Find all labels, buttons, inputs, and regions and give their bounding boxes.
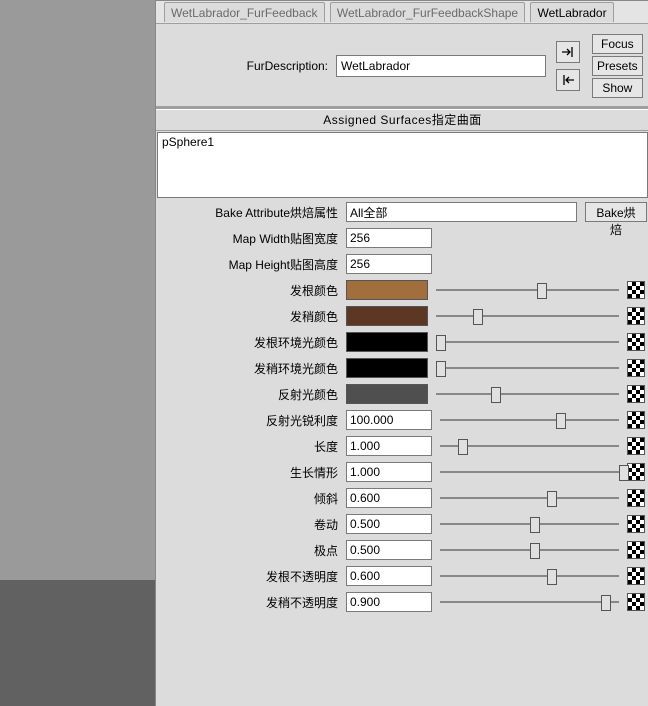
tip-color-slider[interactable] (436, 307, 619, 325)
roll-slider[interactable] (440, 515, 619, 533)
specular-color-swatch[interactable] (346, 384, 428, 404)
base-ambient-slider[interactable] (436, 333, 619, 351)
polar-slider[interactable] (440, 541, 619, 559)
specular-color-slider[interactable] (436, 385, 619, 403)
assigned-surfaces-header: Assigned Surfaces指定曲面 (156, 109, 648, 131)
map-toggle-icon[interactable] (627, 567, 645, 585)
map-toggle-icon[interactable] (627, 307, 645, 325)
load-icon[interactable] (556, 41, 580, 63)
spec-sharp-input[interactable] (346, 410, 432, 430)
save-icon[interactable] (556, 69, 580, 91)
base-opacity-slider[interactable] (440, 567, 619, 585)
tip-opacity-input[interactable] (346, 592, 432, 612)
presets-button[interactable]: Presets (592, 56, 643, 76)
spec-sharp-slider[interactable] (440, 411, 619, 429)
map-toggle-icon[interactable] (627, 541, 645, 559)
fur-description-label: FurDescription: (160, 59, 330, 73)
tab-bar: WetLabrador_FurFeedback WetLabrador_FurF… (156, 1, 648, 24)
inclination-input[interactable] (346, 488, 432, 508)
base-opacity-label: 发根不透明度 (156, 568, 342, 585)
baldness-label: 生长情形 (156, 464, 342, 481)
spec-sharp-label: 反射光锐利度 (156, 412, 342, 429)
bake-attribute-input[interactable] (346, 202, 577, 222)
bake-attribute-label: Bake Attribute烘焙属性 (156, 204, 342, 221)
map-toggle-icon[interactable] (627, 359, 645, 377)
polar-input[interactable] (346, 540, 432, 560)
base-opacity-input[interactable] (346, 566, 432, 586)
tab-feedbackshape[interactable]: WetLabrador_FurFeedbackShape (330, 2, 525, 22)
tip-opacity-slider[interactable] (440, 593, 619, 611)
tab-description[interactable]: WetLabrador (530, 2, 613, 22)
map-height-label: Map Height贴图高度 (156, 256, 342, 273)
baldness-input[interactable] (346, 462, 432, 482)
length-label: 长度 (156, 438, 342, 455)
tip-ambient-label: 发稍环境光颜色 (156, 360, 342, 377)
tip-color-label: 发稍颜色 (156, 308, 342, 325)
map-height-input[interactable] (346, 254, 432, 274)
map-toggle-icon[interactable] (627, 463, 645, 481)
show-button[interactable]: Show (592, 78, 643, 98)
roll-input[interactable] (346, 514, 432, 534)
specular-color-label: 反射光颜色 (156, 386, 342, 403)
baldness-slider[interactable] (440, 463, 619, 481)
bake-button[interactable]: Bake烘焙 (585, 202, 647, 222)
map-toggle-icon[interactable] (627, 593, 645, 611)
roll-label: 卷动 (156, 516, 342, 533)
tip-ambient-slider[interactable] (436, 359, 619, 377)
map-toggle-icon[interactable] (627, 515, 645, 533)
tab-feedback[interactable]: WetLabrador_FurFeedback (164, 2, 325, 22)
map-toggle-icon[interactable] (627, 333, 645, 351)
map-toggle-icon[interactable] (627, 411, 645, 429)
inclination-slider[interactable] (440, 489, 619, 507)
tip-ambient-swatch[interactable] (346, 358, 428, 378)
base-ambient-swatch[interactable] (346, 332, 428, 352)
length-slider[interactable] (440, 437, 619, 455)
tip-color-swatch[interactable] (346, 306, 428, 326)
polar-label: 极点 (156, 542, 342, 559)
map-toggle-icon[interactable] (627, 437, 645, 455)
assigned-surfaces-list[interactable]: pSphere1 (157, 132, 648, 198)
map-toggle-icon[interactable] (627, 385, 645, 403)
base-ambient-label: 发根环境光颜色 (156, 334, 342, 351)
map-width-label: Map Width贴图宽度 (156, 230, 342, 247)
inclination-label: 倾斜 (156, 490, 342, 507)
base-color-slider[interactable] (436, 281, 619, 299)
fur-description-input[interactable] (336, 55, 546, 77)
length-input[interactable] (346, 436, 432, 456)
map-toggle-icon[interactable] (627, 281, 645, 299)
map-width-input[interactable] (346, 228, 432, 248)
base-color-swatch[interactable] (346, 280, 428, 300)
tip-opacity-label: 发稍不透明度 (156, 594, 342, 611)
map-toggle-icon[interactable] (627, 489, 645, 507)
list-item[interactable]: pSphere1 (162, 135, 643, 149)
focus-button[interactable]: Focus (592, 34, 643, 54)
attribute-editor-panel: WetLabrador_FurFeedback WetLabrador_FurF… (155, 0, 648, 706)
base-color-label: 发根颜色 (156, 282, 342, 299)
